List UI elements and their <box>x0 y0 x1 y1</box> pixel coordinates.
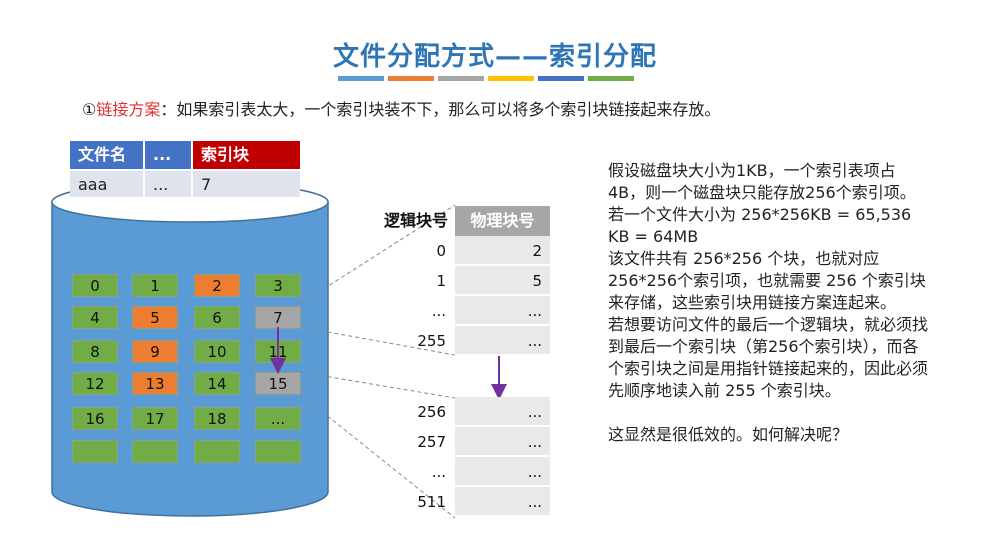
index-header-physical: 物理块号 <box>455 206 550 236</box>
index-logical-number: 256 <box>417 403 446 421</box>
index-logical-number: ... <box>431 463 446 481</box>
explanation-para-5: 这显然是很低效的。如何解决呢？ <box>608 425 849 444</box>
index-logical-number: 257 <box>417 433 446 451</box>
index-logical-number: ... <box>431 302 446 320</box>
index-logical-number: 0 <box>436 242 446 260</box>
index-header-logical: 逻辑块号 <box>383 211 448 230</box>
index-physical-number: 2 <box>455 236 550 266</box>
index-logical-number: 1 <box>436 272 446 290</box>
explanation-para-3: 该文件共有 256*256 个块，也就对应256*256个索引项，也就需要 25… <box>608 249 926 312</box>
index-logical-number: 511 <box>417 493 446 511</box>
index-physical-number: ... <box>455 326 550 356</box>
index-logical-number: 255 <box>417 332 446 350</box>
explanation-para-2: 若一个文件大小为 256*256KB = 65,536 KB = 64MB <box>608 205 912 246</box>
explanation-para-4: 若想要访问文件的最后一个逻辑块，就必须找到最后一个索引块（第256个索引块），而… <box>608 315 929 400</box>
explanation-para-1: 假设磁盘块大小为1KB，一个索引表项占4B，则一个磁盘块只能存放256个索引项。 <box>608 161 916 202</box>
index-physical-number: ... <box>455 296 550 326</box>
index-physical-number: 5 <box>455 266 550 296</box>
index-physical-number: ... <box>455 427 550 457</box>
index-physical-number: ... <box>455 397 550 427</box>
index-physical-number: ... <box>455 487 550 517</box>
index-physical-number: ... <box>455 457 550 487</box>
explanation-text: 假设磁盘块大小为1KB，一个索引表项占4B，则一个磁盘块只能存放256个索引项。… <box>608 160 930 446</box>
